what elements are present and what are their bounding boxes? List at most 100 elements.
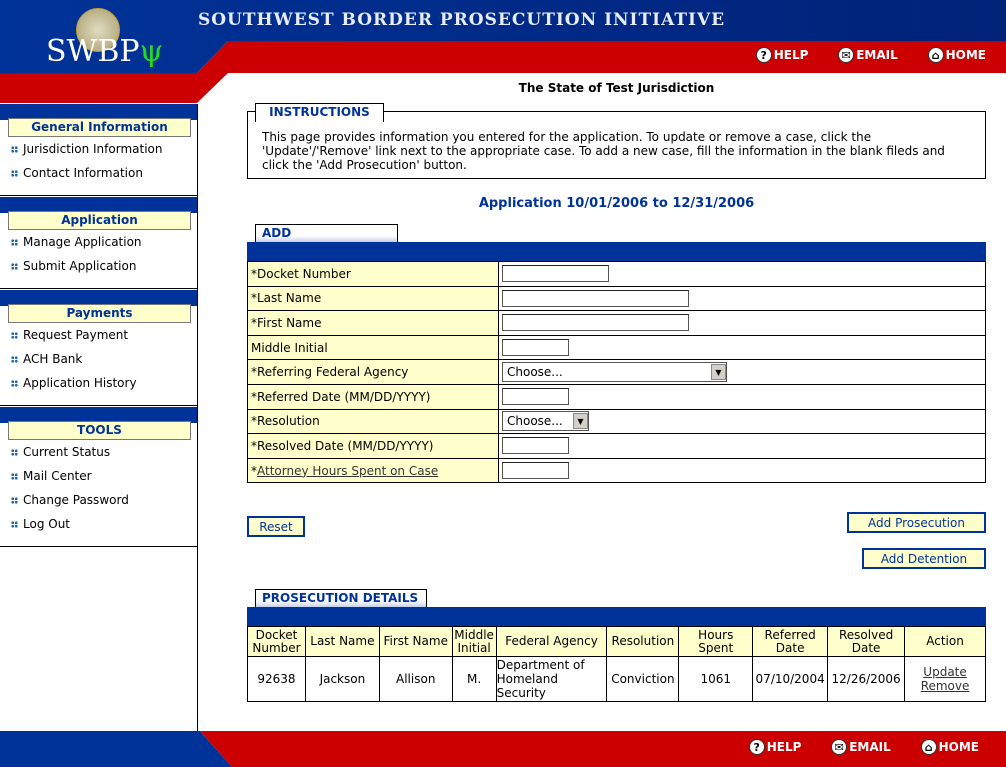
logo: SWBPψ — [46, 34, 164, 69]
help-link[interactable]: ? HELP — [748, 739, 801, 755]
sidebar-item[interactable]: Log Out — [0, 512, 197, 536]
prosecution-details-title: PROSECUTION DETAILS — [255, 589, 427, 608]
sidebar-item-label: ACH Bank — [23, 352, 83, 366]
sidebar-item-label: Contact Information — [23, 166, 143, 180]
email-icon: ✉ — [831, 739, 848, 755]
sidebar-item[interactable]: Mail Center — [0, 464, 197, 488]
sidebar-item-label: Request Payment — [23, 328, 129, 342]
jurisdiction-name: The State of Test Jurisdiction — [518, 81, 715, 95]
field-input[interactable] — [502, 437, 569, 455]
site-title: SOUTHWEST BORDER PROSECUTION INITIATIVE — [198, 10, 726, 30]
column-header: Federal Agency — [495, 626, 608, 657]
bullet-icon — [11, 379, 18, 387]
sidebar-item[interactable]: Manage Application — [0, 230, 197, 254]
field-input[interactable] — [502, 314, 689, 332]
field-input[interactable] — [502, 388, 569, 406]
home-icon: ⌂ — [927, 47, 944, 63]
field-input[interactable] — [502, 339, 569, 357]
sidebar-item[interactable]: Jurisdiction Information — [0, 137, 197, 161]
dropdown-arrow-icon: ▼ — [711, 364, 726, 381]
bullet-icon — [11, 238, 18, 246]
field-label: *Referring Federal Agency — [251, 365, 409, 380]
sidebar-item[interactable]: ACH Bank — [0, 347, 197, 371]
form-row: *Docket Number — [247, 261, 986, 287]
sidebar-item-label: Submit Application — [23, 259, 137, 273]
column-header: Middle Initial — [451, 626, 497, 657]
sidebar-item-label: Jurisdiction Information — [23, 142, 163, 156]
help-icon: ? — [755, 47, 772, 63]
section-bar — [247, 607, 986, 626]
field-label: *Referred Date (MM/DD/YYYY) — [251, 389, 431, 404]
column-header: Resolved Date — [827, 626, 906, 657]
prosecution-details-table: Docket Number Last Name First Name Middle I… — [247, 626, 986, 702]
cell-first: Allison — [378, 656, 453, 702]
field-label-cell: *Referred Date (MM/DD/YYYY) — [247, 383, 499, 410]
sidebar-item[interactable]: Application History — [0, 371, 197, 395]
field-input[interactable] — [502, 289, 689, 307]
bullet-icon — [11, 520, 18, 528]
bullet-icon — [11, 472, 18, 480]
sidebar-item[interactable]: Request Payment — [0, 323, 197, 347]
field-input[interactable] — [502, 265, 609, 283]
cell-docket: 92638 — [247, 656, 306, 702]
field-label-cell: Middle Initial — [247, 334, 499, 361]
reset-button[interactable]: Reset — [247, 516, 305, 537]
email-link[interactable]: ✉ EMAIL — [838, 47, 898, 63]
section-bar — [247, 242, 986, 261]
add-detention-button[interactable]: Add Detention — [862, 548, 986, 569]
add-prosecution-form: *Docket Number *Last Name *First Name Middl… — [247, 261, 986, 484]
application-period: Application 10/01/2006 to 12/31/2006 — [478, 196, 755, 211]
column-header: Action — [904, 626, 986, 657]
home-icon: ⌂ — [920, 739, 937, 755]
column-header: Resolution — [606, 626, 680, 657]
form-row: *Last Name — [247, 285, 986, 312]
column-header: Referred Date — [752, 626, 829, 657]
sidebar-item-label: Log Out — [23, 517, 71, 531]
sidebar-section: TOOLS Current Status Mail Center Change Pas… — [0, 407, 197, 547]
field-label-cell: *First Name — [247, 310, 499, 336]
sidebar-item[interactable]: Current Status — [0, 440, 197, 464]
form-row: *Attorney Hours Spent on Case — [247, 457, 986, 484]
sidebar-section: Application Manage Application Submit Appl… — [0, 197, 197, 289]
sidebar-item[interactable]: Change Password — [0, 488, 197, 512]
add-prosecution-button[interactable]: Add Prosecution — [847, 512, 986, 533]
field-label: Middle Initial — [251, 340, 328, 355]
update-link[interactable]: Update — [923, 665, 966, 679]
cell-resolved: 12/26/2006 — [827, 656, 906, 702]
sidebar-item[interactable]: Contact Information — [0, 161, 197, 185]
cell-hours: 1061 — [678, 656, 754, 702]
field-label-cell: *Attorney Hours Spent on Case — [247, 457, 499, 484]
home-link[interactable]: ⌂ HOME — [920, 739, 979, 755]
sidebar-item-label: Change Password — [23, 493, 129, 507]
column-header: First Name — [378, 626, 453, 657]
bullet-icon — [11, 355, 18, 363]
field-label: *Docket Number — [251, 266, 351, 281]
field-select[interactable]: Choose... ▼ — [502, 362, 727, 383]
attorney-hours-link[interactable]: Attorney Hours Spent on Case — [257, 464, 438, 478]
column-header: Docket Number — [247, 626, 306, 657]
sidebar-section-title: TOOLS — [8, 421, 191, 440]
remove-link[interactable]: Remove — [921, 679, 970, 693]
sidebar-item[interactable]: Submit Application — [0, 254, 197, 278]
help-link[interactable]: ? HELP — [755, 47, 808, 63]
sidebar-section-title: General Information — [8, 118, 191, 137]
table-row: 92638 Jackson Allison M. Department of Homel… — [247, 656, 986, 702]
bullet-icon — [11, 496, 18, 504]
help-icon: ? — [748, 739, 765, 755]
add-prosecution-title: ADD PROSECUTION — [255, 224, 398, 254]
cell-action: Update Remove — [904, 656, 986, 702]
cell-referred: 07/10/2004 — [752, 656, 829, 702]
column-header: Last Name — [304, 626, 380, 657]
bullet-icon — [11, 145, 18, 153]
bullet-icon — [11, 331, 18, 339]
field-label-cell: *Resolved Date (MM/DD/YYYY) — [247, 433, 499, 459]
email-icon: ✉ — [838, 47, 855, 63]
home-link[interactable]: ⌂ HOME — [927, 47, 986, 63]
sidebar-section: General Information Jurisdiction Informat… — [0, 104, 197, 196]
email-link[interactable]: ✉ EMAIL — [831, 739, 891, 755]
field-input[interactable] — [502, 462, 569, 480]
sidebar-section-title: Payments — [8, 304, 191, 323]
form-row: *Referred Date (MM/DD/YYYY) — [247, 383, 986, 410]
field-label-cell: *Docket Number — [247, 261, 499, 287]
field-select[interactable]: Choose... ▼ — [502, 411, 589, 432]
